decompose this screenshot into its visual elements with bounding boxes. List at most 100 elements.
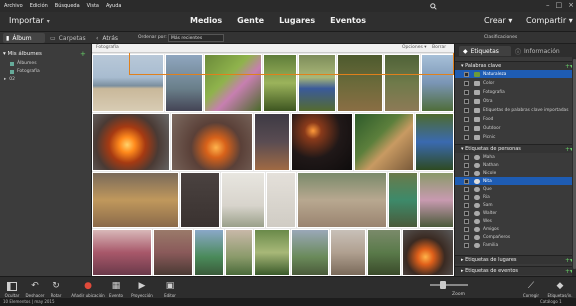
checkbox[interactable] xyxy=(464,116,469,122)
nav-eventos[interactable]: Eventos xyxy=(330,16,366,25)
add-album-icon[interactable]: + xyxy=(80,50,86,58)
keyword-row[interactable]: Color xyxy=(455,79,573,87)
checkbox[interactable] xyxy=(464,162,469,168)
photo-thumbnail[interactable] xyxy=(291,229,329,276)
sort-select[interactable]: Más recientes xyxy=(168,34,224,42)
tab-album[interactable]: ▮ Álbum xyxy=(3,33,45,43)
add-location-button[interactable]: ● Añadir ubicación xyxy=(70,277,106,299)
person-row[interactable]: Familia xyxy=(455,241,573,249)
album-item-02[interactable]: ▸ 02 xyxy=(4,77,15,82)
photo-thumbnail[interactable] xyxy=(297,172,387,228)
keyword-row[interactable]: Fotografía xyxy=(455,88,573,96)
person-row[interactable]: Sam xyxy=(455,201,573,209)
person-row[interactable]: Nathan xyxy=(455,161,573,169)
photo-thumbnail[interactable] xyxy=(92,113,170,171)
nav-lugares[interactable]: Lugares xyxy=(279,16,315,25)
tab-info[interactable]: ⓘ Información xyxy=(515,46,560,56)
photo-thumbnail[interactable] xyxy=(225,229,253,276)
photo-thumbnail[interactable] xyxy=(180,172,220,228)
zoom-slider-track[interactable] xyxy=(430,284,468,286)
checkbox[interactable] xyxy=(464,71,469,77)
photo-thumbnail[interactable] xyxy=(354,113,414,171)
checkbox[interactable] xyxy=(464,210,469,216)
undo-button[interactable]: ↶ Deshacer xyxy=(24,277,46,299)
person-row[interactable]: Ria xyxy=(455,193,573,201)
checkbox[interactable] xyxy=(464,234,469,240)
tags-info-button[interactable]: ◆ Etiquetas/in. xyxy=(546,277,574,299)
create-button[interactable]: Crear ▾ xyxy=(484,16,512,25)
grid-clear[interactable]: Borrar xyxy=(432,45,446,50)
keywords-section-header[interactable]: ▾ Palabras clave +▾ xyxy=(455,61,576,70)
search-icon[interactable] xyxy=(430,3,437,12)
checkbox[interactable] xyxy=(464,107,469,113)
checkbox[interactable] xyxy=(464,154,469,160)
photo-thumbnail[interactable] xyxy=(291,113,353,171)
tab-tags[interactable]: ◆ Etiquetas xyxy=(459,46,511,56)
places-section-header[interactable]: ▸ Etiquetas de lugares +▾ xyxy=(455,255,576,264)
photo-thumbnail[interactable] xyxy=(153,229,193,276)
grid-options[interactable]: Opciones ▾ xyxy=(402,45,427,50)
events-section-header[interactable]: ▸ Etiquetas de eventos +▾ xyxy=(455,266,576,275)
status-catalog[interactable]: Catálogo 1 xyxy=(540,299,562,304)
keyword-row[interactable]: Etiquetas de palabras clave importadas xyxy=(455,106,573,114)
checkbox[interactable] xyxy=(464,186,469,192)
keyword-row[interactable]: Otra xyxy=(455,97,573,105)
checkbox[interactable] xyxy=(464,242,469,248)
event-button[interactable]: ▦ Evento xyxy=(108,277,124,299)
photo-thumbnail[interactable] xyxy=(367,229,401,276)
photo-thumbnail[interactable] xyxy=(388,172,418,228)
slideshow-button[interactable]: ▶ Proyección xyxy=(128,277,156,299)
keyword-row[interactable]: Naturaleza xyxy=(455,70,573,78)
person-row[interactable]: Que xyxy=(455,185,573,193)
hide-button[interactable]: Ocultar xyxy=(2,277,22,299)
person-row[interactable]: Nicole xyxy=(455,169,573,177)
nav-gente[interactable]: Gente xyxy=(237,16,264,25)
share-button[interactable]: Compartir ▾ xyxy=(526,16,573,25)
people-section-header[interactable]: ▾ Etiquetas de personas +▾ xyxy=(455,144,576,153)
photo-thumbnail[interactable] xyxy=(92,229,152,276)
photo-thumbnail[interactable] xyxy=(254,113,290,171)
person-row[interactable]: Maha xyxy=(455,153,573,161)
photo-thumbnail[interactable] xyxy=(221,172,265,228)
menu-busqueda[interactable]: Búsqueda xyxy=(55,3,80,9)
album-item-fotografia[interactable]: Fotografía xyxy=(10,69,40,74)
editor-button[interactable]: ▣ Editor xyxy=(160,277,180,299)
keyword-row[interactable]: Food xyxy=(455,115,573,123)
checkbox[interactable] xyxy=(464,80,469,86)
person-row[interactable]: Amigos xyxy=(455,225,573,233)
person-row[interactable]: Walter xyxy=(455,209,573,217)
photo-thumbnail[interactable] xyxy=(402,229,454,276)
maximize-icon[interactable]: □ xyxy=(556,1,563,9)
person-row-selected[interactable]: Nita xyxy=(455,177,573,185)
menu-archivo[interactable]: Archivo xyxy=(4,3,23,9)
checkbox[interactable] xyxy=(464,202,469,208)
close-icon[interactable]: × xyxy=(568,1,574,9)
minimize-icon[interactable]: – xyxy=(546,1,550,9)
zoom-slider-handle[interactable] xyxy=(440,281,446,289)
menu-edicion[interactable]: Edición xyxy=(30,3,48,9)
photo-thumbnail[interactable] xyxy=(171,113,253,171)
nav-medios[interactable]: Medios xyxy=(190,16,222,25)
rotate-button[interactable]: ↻ Rotar xyxy=(47,277,65,299)
photo-thumbnail[interactable] xyxy=(266,172,296,228)
photo-thumbnail[interactable] xyxy=(254,229,290,276)
photo-thumbnail[interactable] xyxy=(194,229,224,276)
checkbox[interactable] xyxy=(464,218,469,224)
photo-thumbnail[interactable] xyxy=(419,172,454,228)
checkbox[interactable] xyxy=(464,170,469,176)
photo-thumbnail[interactable] xyxy=(330,229,366,276)
checkbox[interactable] xyxy=(464,125,469,131)
menu-vista[interactable]: Vista xyxy=(87,3,99,9)
back-button[interactable]: ‹ Atrás xyxy=(96,33,118,43)
fix-button[interactable]: ⟋ Corregir xyxy=(520,277,542,299)
photo-thumbnail[interactable] xyxy=(415,113,454,171)
import-button[interactable]: Importar ▾ xyxy=(9,16,50,25)
menu-ayuda[interactable]: Ayuda xyxy=(106,3,121,9)
person-row[interactable]: Compañeros xyxy=(455,233,573,241)
checkbox[interactable] xyxy=(464,134,469,140)
person-row[interactable]: Wes xyxy=(455,217,573,225)
checkbox[interactable] xyxy=(464,178,469,184)
checkbox[interactable] xyxy=(464,194,469,200)
keyword-row[interactable]: Outdoor xyxy=(455,124,573,132)
album-item-albumes[interactable]: Álbumes xyxy=(10,61,37,66)
